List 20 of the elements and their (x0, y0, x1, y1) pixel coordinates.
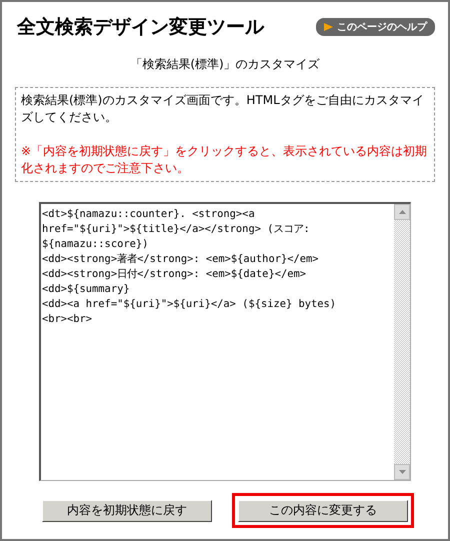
help-button[interactable]: このページのヘルプ (316, 18, 435, 36)
code-line: <dt>${namazu::counter}. <strong><a (42, 207, 256, 222)
description-text: 検索結果(標準)のカスタマイズ画面です。HTMLタグをご自由にカスタマイズしてください。 (21, 92, 425, 126)
template-field[interactable] (39, 202, 411, 481)
code-line: <dd><strong>日付</strong>: <em>${date}</em> (42, 267, 307, 282)
section-title: 「検索結果(標準)」のカスタマイズ (129, 56, 321, 73)
code-line: <dd><strong>著者</strong>: <em>${author}</em> (42, 252, 320, 267)
page-title: 全文検索デザイン変更ツール (17, 15, 264, 40)
scrollbar[interactable] (394, 204, 410, 480)
scroll-down-icon[interactable] (394, 464, 410, 480)
play-icon (324, 23, 333, 31)
code-line: ${namazu::score}) (42, 237, 150, 252)
scroll-up-icon[interactable] (394, 204, 410, 220)
form-button[interactable]: 内容を初期状態に戻す (42, 500, 212, 522)
code-line: <br><br> (42, 312, 94, 327)
code-line: href="${uri}">${title}</a></strong> (スコア: (42, 222, 311, 237)
form-button[interactable]: この内容に変更する (238, 500, 408, 522)
code-line: <dd>${summary} (42, 282, 131, 297)
code-line: <dd><a href="${uri}">${uri}</a> (${size} bytes) (42, 297, 338, 312)
warning-text: ※「内容を初期状態に戻す」をクリックすると、表示されている内容は初期化されますのでご注意下さい。 (21, 143, 428, 177)
